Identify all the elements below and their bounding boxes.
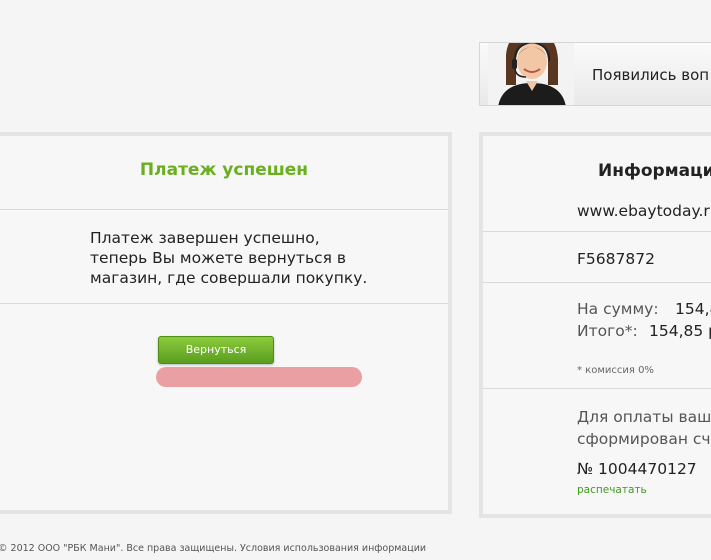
invoice-text-line: сформирован сч <box>577 430 711 448</box>
order-id: F5687872 <box>577 250 655 268</box>
payment-message-line: магазин, где совершали покупку. <box>90 269 368 287</box>
divider <box>0 209 448 210</box>
operator-headset-icon <box>488 43 574 105</box>
footer-copyright: © 2012 ООО "РБК Мани". Все права защищен… <box>0 543 427 554</box>
payment-info-card: Информаци www.ebaytoday.r F5687872 На су… <box>479 132 711 518</box>
info-title: Информаци <box>598 161 711 181</box>
divider <box>483 388 711 389</box>
support-banner[interactable]: Появились воп <box>479 42 711 106</box>
shop-url: www.ebaytoday.r <box>577 202 710 220</box>
support-question-text: Появились воп <box>592 66 710 84</box>
print-link[interactable]: распечатать <box>577 484 647 496</box>
divider <box>0 303 448 304</box>
commission-note: * комиссия 0% <box>577 365 654 376</box>
payment-status-card: Платеж успешен Платеж завершен успешно, … <box>0 132 452 514</box>
payment-message-line: теперь Вы можете вернуться в <box>90 249 346 267</box>
payment-message: Платеж завершен успешно, теперь Вы может… <box>90 228 390 288</box>
divider <box>483 282 711 283</box>
payment-status-title: Платеж успешен <box>139 160 309 180</box>
payment-message-line: Платеж завершен успешно, <box>90 229 320 247</box>
invoice-text-line: Для оплаты ваш <box>577 408 711 426</box>
divider <box>483 231 711 232</box>
total-label: Итого*: <box>577 322 638 340</box>
return-button[interactable]: Вернуться <box>158 336 274 364</box>
amount-label: На сумму: <box>577 300 659 318</box>
amount-value: 154,8 <box>675 300 711 318</box>
invoice-number: № 1004470127 <box>577 460 697 478</box>
redaction-mark <box>156 367 362 387</box>
total-value: 154,85 р <box>649 322 711 340</box>
